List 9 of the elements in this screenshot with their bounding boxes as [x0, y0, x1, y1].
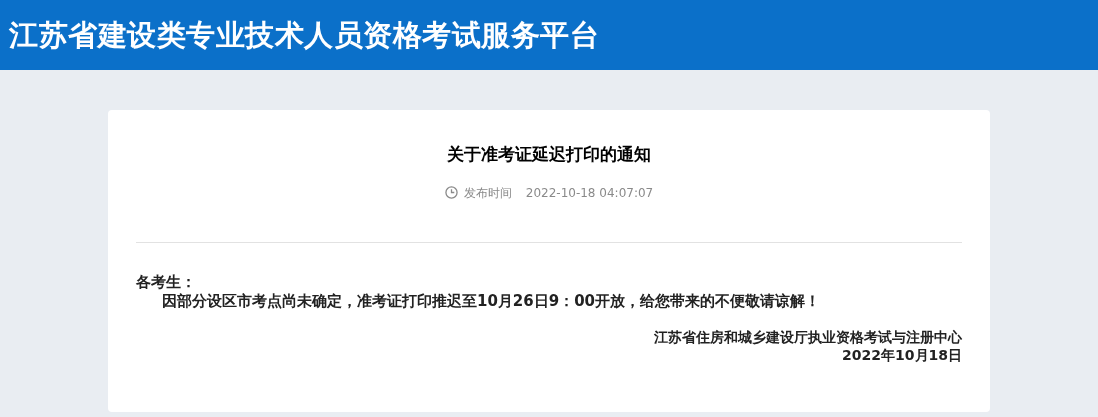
site-title: 江苏省建设类专业技术人员资格考试服务平台 [9, 20, 599, 50]
signature: 江苏省住房和城乡建设厅执业资格考试与注册中心 [654, 327, 962, 346]
notice-body: 因部分设区市考点尚未确定，准考证打印推迟至10月26日9：00开放，给您带来的不便敬请谅解！ [161, 291, 822, 310]
publish-label: 发布时间 [463, 184, 512, 202]
publish-time: 2022-10-18 04:07:07 [525, 184, 654, 202]
notice-date: 2022年10月18日 [842, 345, 962, 364]
salutation: 各考生： [136, 272, 197, 291]
notice-title: 关于准考证延迟打印的通知 [447, 143, 651, 166]
clock-icon [444, 186, 458, 199]
